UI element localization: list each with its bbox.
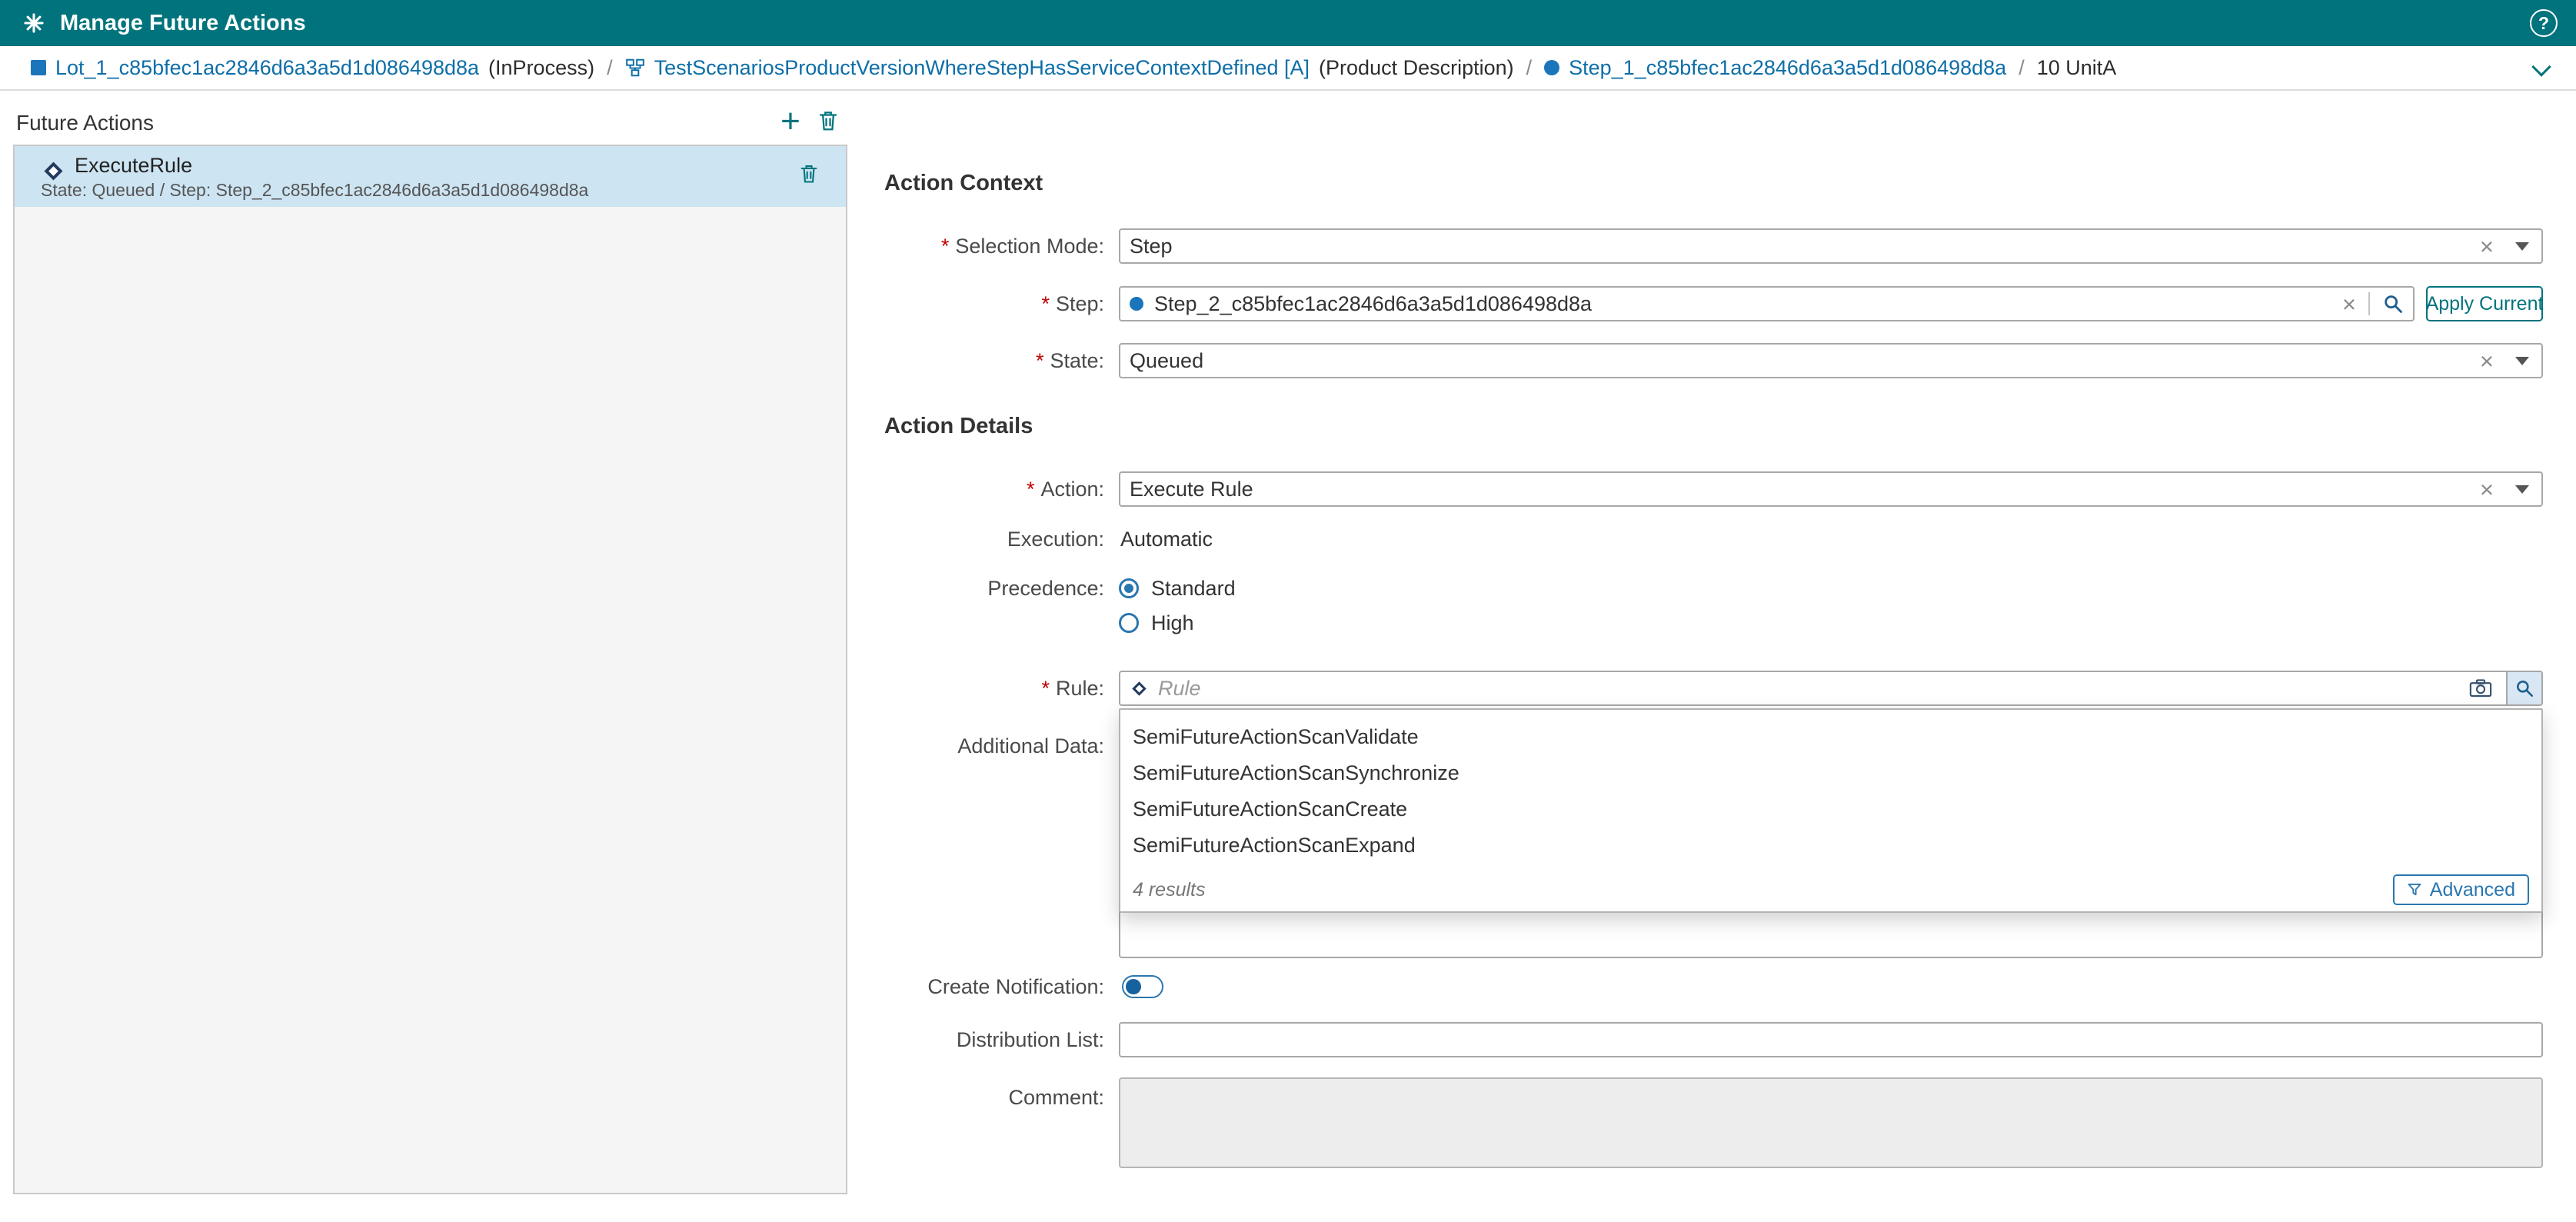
search-icon[interactable] (2382, 293, 2404, 315)
radio-icon[interactable] (1119, 578, 1139, 598)
page: Manage Future Actions ? Lot_1_c85bfec1ac… (0, 0, 2576, 1222)
future-actions-title: Future Actions (16, 112, 154, 135)
rule-option[interactable]: SemiFutureActionScanValidate (1120, 719, 2541, 755)
precedence-option-standard[interactable]: Standard (1119, 571, 1236, 606)
step-input[interactable]: Step_2_c85bfec1ac2846d6a3a5d1d086498d8a … (1119, 286, 2415, 321)
distribution-list-input[interactable] (1119, 1022, 2543, 1057)
clear-icon[interactable]: × (2480, 235, 2494, 258)
execution-value: Automatic (1120, 521, 1213, 557)
app-header: Manage Future Actions ? (0, 0, 2576, 46)
step-value: Step_2_c85bfec1ac2846d6a3a5d1d086498d8a (1154, 292, 1592, 316)
future-action-list-item[interactable]: ExecuteRule State: Queued / Step: Step_2… (15, 146, 846, 207)
radio-label: Standard (1151, 577, 1236, 601)
lot-icon (31, 60, 46, 75)
selection-mode-value: Step (1130, 235, 1173, 258)
action-context-heading: Action Context (884, 171, 1043, 196)
dropdown-caret-icon[interactable] (2515, 357, 2529, 365)
rule-label: *Rule: (692, 671, 1104, 706)
step-dot-icon (1544, 60, 1559, 75)
filter-icon (2407, 882, 2422, 897)
add-action-icon[interactable]: + (775, 103, 806, 140)
action-select[interactable]: Execute Rule × (1119, 471, 2543, 507)
state-value: Queued (1130, 349, 1203, 373)
search-icon[interactable] (2506, 672, 2541, 704)
dropdown-caret-icon[interactable] (2515, 485, 2529, 494)
required-marker: * (1036, 349, 1044, 372)
selection-mode-select[interactable]: Step × (1119, 228, 2543, 264)
state-select[interactable]: Queued × (1119, 343, 2543, 378)
action-label: *Action: (692, 471, 1104, 507)
advanced-button-label: Advanced (2430, 879, 2515, 901)
breadcrumb-separator: / (1526, 56, 1533, 80)
radio-icon[interactable] (1119, 613, 1139, 633)
rule-placeholder: Rule (1158, 677, 1201, 701)
rule-input[interactable]: Rule (1119, 671, 2543, 706)
state-label: *State: (692, 343, 1104, 378)
breadcrumb-separator: / (2019, 56, 2025, 80)
product-flow-icon (625, 58, 645, 78)
required-marker: * (1041, 677, 1050, 700)
required-marker: * (1027, 478, 1035, 501)
action-details-heading: Action Details (884, 414, 1033, 439)
breadcrumb-product-link[interactable]: TestScenariosProductVersionWhereStepHasS… (654, 56, 1310, 80)
action-value: Execute Rule (1130, 478, 1253, 501)
future-action-subtitle: State: Queued / Step: Step_2_c85bfec1ac2… (41, 180, 588, 201)
rule-results-dropdown: SemiFutureActionScanValidate SemiFutureA… (1119, 708, 2543, 913)
clear-icon[interactable]: × (2342, 292, 2356, 316)
selection-mode-label: *Selection Mode: (692, 228, 1104, 264)
delete-action-icon[interactable] (817, 109, 840, 136)
quantity-text: 10 UnitA (2037, 56, 2117, 80)
rule-diamond-icon (1132, 681, 1146, 695)
rule-option[interactable]: SemiFutureActionScanExpand (1120, 827, 2541, 864)
help-glyph: ? (2538, 13, 2549, 34)
dropdown-caret-icon[interactable] (2515, 242, 2529, 251)
precedence-label: Precedence: (692, 571, 1104, 606)
required-marker: * (941, 235, 950, 258)
rule-option[interactable]: SemiFutureActionScanSynchronize (1120, 755, 2541, 791)
additional-data-label: Additional Data: (692, 728, 1104, 764)
help-icon[interactable]: ? (2530, 9, 2558, 37)
future-action-title: ExecuteRule (75, 154, 192, 178)
collapse-chevron-icon[interactable] (2531, 57, 2551, 76)
results-count: 4 results (1133, 879, 1205, 901)
breadcrumb-lot-link[interactable]: Lot_1_c85bfec1ac2846d6a3a5d1d086498d8a (55, 56, 479, 80)
step-dot-icon (1130, 297, 1143, 311)
step-label: *Step: (692, 286, 1104, 321)
precedence-option-high[interactable]: High (1119, 605, 1194, 641)
clear-icon[interactable]: × (2480, 349, 2494, 373)
execute-rule-diamond-icon (44, 161, 62, 180)
apply-current-button[interactable]: Apply Current (2426, 286, 2543, 321)
camera-icon[interactable] (2469, 678, 2492, 698)
clear-icon[interactable]: × (2480, 478, 2494, 501)
trash-icon[interactable] (798, 163, 820, 188)
required-marker: * (1041, 292, 1050, 315)
comment-textarea[interactable] (1119, 1077, 2543, 1168)
distribution-list-label: Distribution List: (692, 1022, 1104, 1057)
breadcrumb-separator: / (607, 56, 613, 80)
breadcrumb: Lot_1_c85bfec1ac2846d6a3a5d1d086498d8a (… (0, 46, 2576, 91)
radio-label: High (1151, 611, 1194, 635)
lot-state-text: (InProcess) (488, 56, 594, 80)
app-logo-icon (23, 12, 45, 34)
toggle-knob (1126, 979, 1141, 994)
advanced-button[interactable]: Advanced (2393, 874, 2529, 905)
divider (2368, 292, 2370, 315)
rule-option[interactable]: SemiFutureActionScanCreate (1120, 791, 2541, 827)
dropdown-footer: 4 results Advanced (1120, 868, 2541, 911)
breadcrumb-step-link[interactable]: Step_1_c85bfec1ac2846d6a3a5d1d086498d8a (1569, 56, 2006, 80)
page-title: Manage Future Actions (60, 11, 306, 36)
create-notification-toggle[interactable] (1122, 975, 1163, 998)
product-description-text: (Product Description) (1319, 56, 1514, 80)
comment-label: Comment: (692, 1080, 1104, 1115)
execution-label: Execution: (692, 521, 1104, 557)
create-notification-label: Create Notification: (692, 969, 1104, 1004)
